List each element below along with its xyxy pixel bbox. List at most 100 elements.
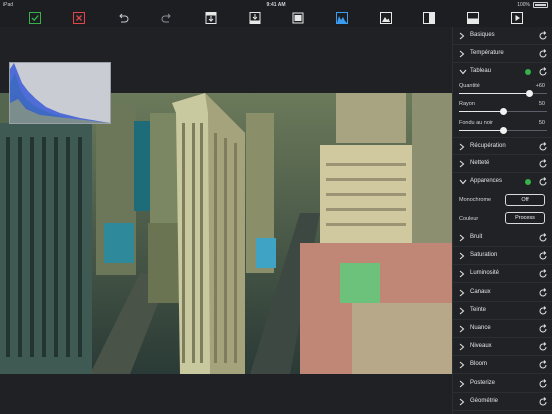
histogram-panel[interactable] (9, 62, 111, 124)
enabled-indicator[interactable] (525, 69, 531, 75)
monochrome-label: Monochrome (459, 197, 492, 203)
section-nuance[interactable]: Nuance (453, 320, 552, 338)
quantite-label: Quantité (459, 83, 480, 89)
chevron-right-icon (459, 307, 465, 315)
reset-icon[interactable] (538, 142, 548, 152)
reset-icon[interactable] (538, 251, 548, 261)
section-label: Canaux (470, 288, 491, 295)
reset-icon[interactable] (538, 378, 548, 389)
section-label: Nuance (470, 325, 491, 331)
reset-icon[interactable] (538, 49, 548, 59)
confirm-button[interactable] (27, 10, 43, 26)
couleur-label: Couleur (459, 216, 479, 222)
section-apparences[interactable]: Apparences (453, 173, 552, 191)
battery-percent: 100% (517, 2, 530, 8)
tableau-controls: Quantité +60 Rayon 50 Fondu au noir 50 (453, 81, 552, 145)
section-posterize[interactable]: Posterize (453, 375, 552, 393)
slider-knob[interactable] (499, 127, 507, 134)
reset-icon[interactable] (538, 287, 548, 298)
reset-icon[interactable] (538, 324, 548, 334)
section-temperature[interactable]: Température (453, 45, 552, 63)
crop-button[interactable] (378, 10, 394, 26)
canvas-area[interactable] (0, 27, 452, 414)
slider-knob[interactable] (525, 90, 533, 97)
reset-icon[interactable] (538, 177, 548, 187)
quantite-slider[interactable] (459, 90, 547, 97)
reset-icon[interactable] (538, 396, 548, 407)
split-top-button[interactable] (203, 10, 219, 26)
play-icon (511, 12, 523, 24)
slider-knob[interactable] (499, 108, 507, 115)
apparences-controls: Monochrome Off Couleur Process (453, 191, 552, 229)
section-tableau[interactable]: Tableau (453, 63, 552, 81)
rayon-value: 50 (538, 101, 545, 107)
section-label: Géométrie (470, 397, 499, 404)
quantite-value: +60 (535, 83, 545, 89)
section-canaux[interactable]: Canaux (453, 284, 552, 302)
section-luminosite[interactable]: Luminosité (453, 265, 552, 284)
checkbox-x-icon (73, 12, 85, 24)
slider-fill (459, 93, 530, 94)
undo-button[interactable] (115, 10, 131, 26)
split-vertical-button[interactable] (421, 10, 437, 26)
monochrome-toggle[interactable]: Off (505, 194, 545, 206)
section-basiques[interactable]: Basiques (453, 27, 552, 45)
slider-fill (459, 130, 503, 131)
section-saturation[interactable]: Saturation (453, 247, 552, 266)
slider-fill (459, 111, 503, 112)
reset-icon[interactable] (538, 159, 548, 169)
split-vertical-icon (423, 12, 435, 24)
reset-icon[interactable] (538, 31, 548, 41)
redo-button[interactable] (159, 10, 175, 26)
chevron-right-icon (459, 252, 465, 260)
crop-icon (380, 12, 392, 24)
undo-icon (119, 13, 129, 23)
chevron-right-icon (459, 380, 465, 388)
checkbox-check-icon (29, 12, 41, 24)
rayon-slider[interactable] (459, 108, 547, 115)
section-geometrie[interactable]: Géométrie (453, 393, 552, 411)
play-button[interactable] (509, 10, 525, 26)
section-recuperation[interactable]: Récupération (453, 137, 552, 155)
cancel-button[interactable] (71, 10, 87, 26)
section-label: Posterize (470, 379, 496, 386)
chevron-down-icon (459, 69, 467, 75)
photo-image (0, 93, 452, 374)
section-bloom[interactable]: Bloom (453, 356, 552, 375)
reset-icon[interactable] (538, 269, 548, 279)
section-label: Tableau (470, 68, 492, 74)
redo-icon (161, 13, 171, 23)
section-teinte[interactable]: Teinte (453, 302, 552, 320)
compare-icon (292, 12, 304, 24)
rayon-label: Rayon (459, 101, 475, 107)
section-nettete[interactable]: Netteté (453, 155, 552, 173)
clock: 9:41 AM (266, 2, 286, 8)
section-niveaux[interactable]: Niveaux (453, 338, 552, 357)
city-photo[interactable] (0, 93, 452, 374)
reset-icon[interactable] (538, 233, 548, 243)
fondu-slider[interactable] (459, 127, 547, 134)
section-label: Récupération (470, 143, 506, 149)
section-label: Bruit (470, 234, 483, 240)
chevron-right-icon (459, 325, 465, 333)
chevron-right-icon (459, 270, 465, 278)
section-label: Netteté (470, 160, 490, 166)
histogram-button[interactable] (334, 10, 350, 26)
couleur-select[interactable]: Process (505, 212, 545, 224)
section-label: Basiques (470, 32, 495, 38)
section-label: Saturation (470, 252, 498, 259)
reset-icon[interactable] (538, 305, 548, 316)
compare-button[interactable] (290, 10, 306, 26)
reset-icon[interactable] (538, 342, 548, 352)
reset-icon[interactable] (538, 67, 548, 77)
reset-icon[interactable] (538, 360, 548, 370)
section-bruit[interactable]: Bruit (453, 229, 552, 247)
section-label: Température (470, 50, 504, 56)
chevron-right-icon (459, 32, 465, 40)
section-label: Luminosité (470, 270, 500, 277)
chevron-right-icon (459, 289, 465, 297)
enabled-indicator[interactable] (525, 179, 531, 185)
split-horizontal-button[interactable] (465, 10, 481, 26)
histogram-icon (336, 12, 348, 24)
split-bottom-button[interactable] (247, 10, 263, 26)
